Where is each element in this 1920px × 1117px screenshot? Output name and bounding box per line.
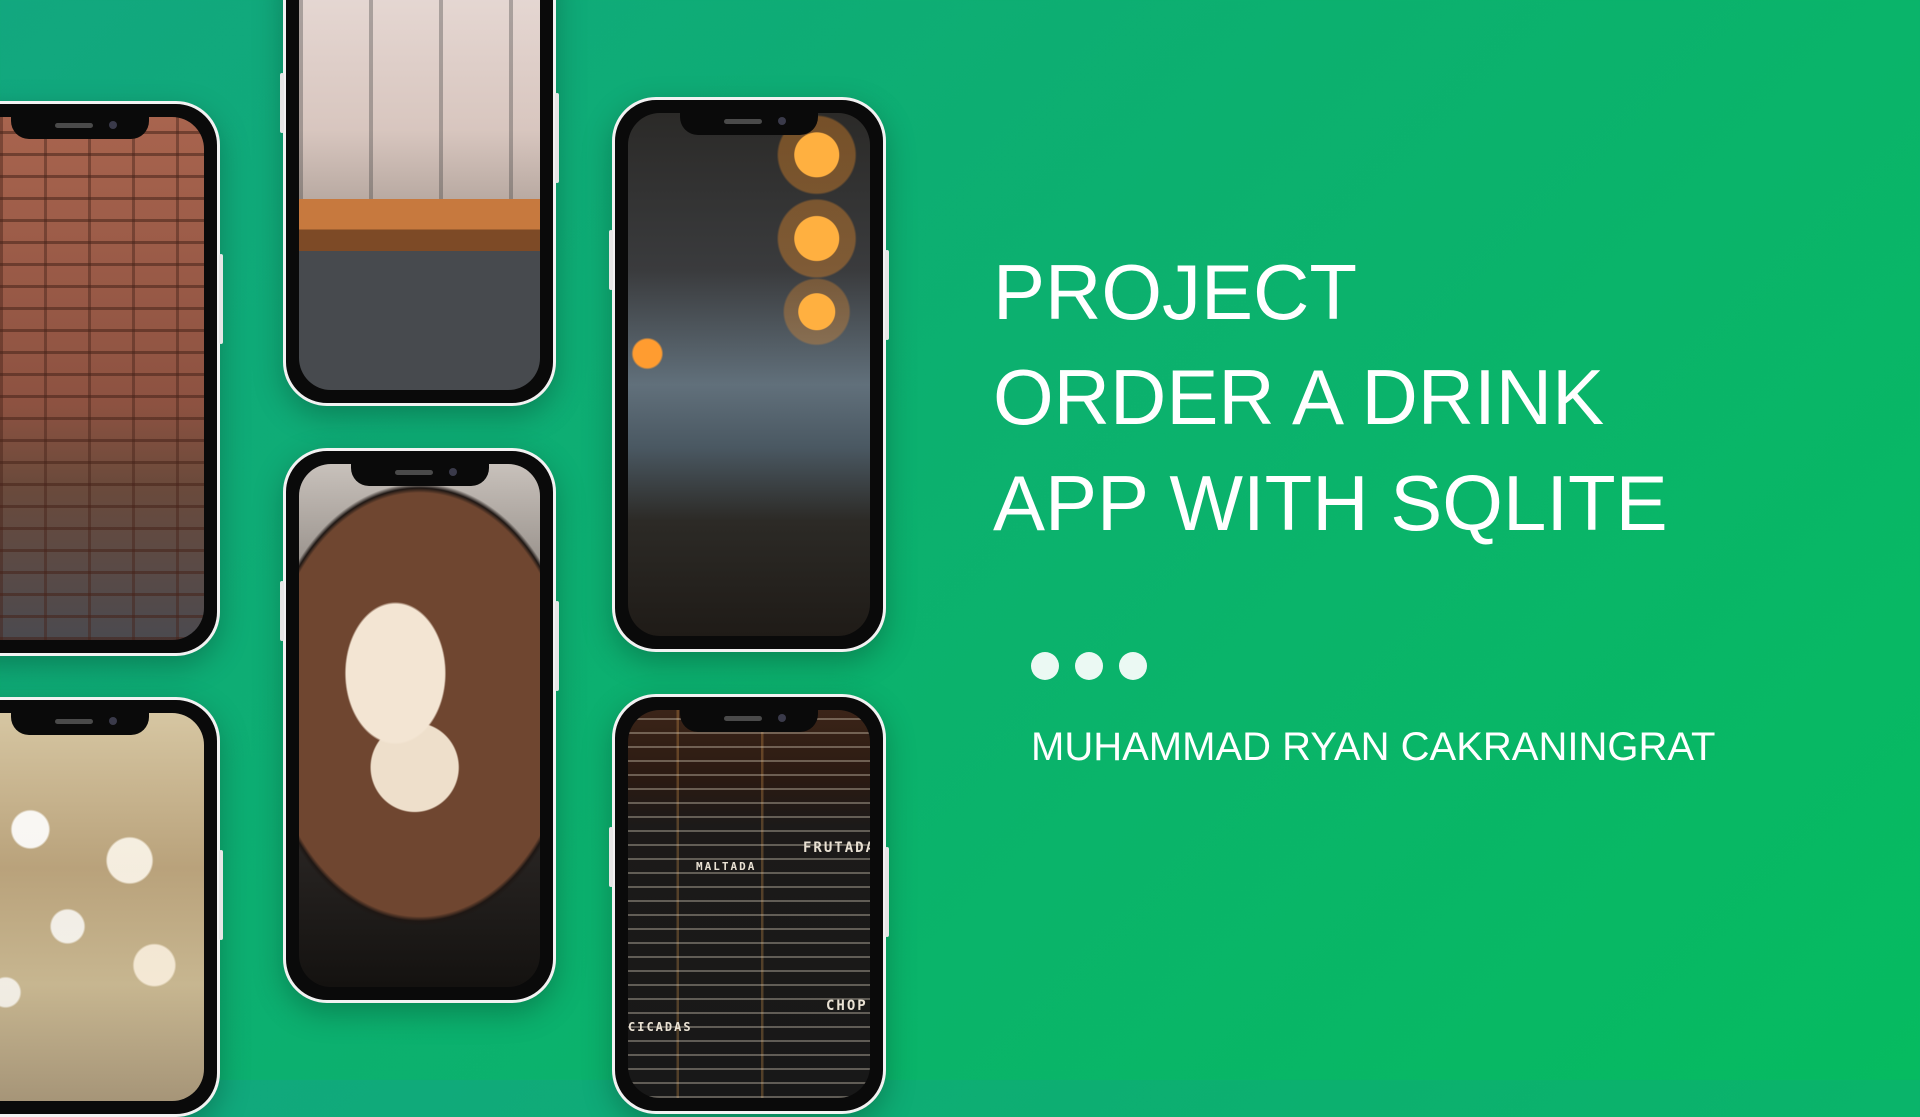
camera-icon [448, 468, 457, 476]
phone-mockup-2 [0, 697, 223, 1117]
title-line-2: ORDER A DRINK [993, 353, 1605, 441]
phone-mockup-4 [280, 448, 559, 1003]
menu-word: MALTADA [696, 860, 757, 873]
speaker-icon [394, 470, 433, 475]
camera-icon [778, 714, 786, 722]
phone-mockup-5 [609, 97, 889, 652]
title-line-3: APP WITH SQLITE [993, 459, 1668, 547]
speaker-icon [724, 119, 762, 124]
decorative-dots [1031, 652, 1147, 680]
phone-notch [680, 708, 818, 732]
speaker-icon [724, 716, 762, 721]
phone-notch [680, 111, 818, 135]
phone-screen-bokeh [0, 713, 204, 1101]
phone-notch [11, 115, 149, 139]
phone-screen-pendant-lamps [628, 113, 870, 636]
camera-icon [778, 117, 786, 125]
phone-mockup-6: FRUTADA MALTADA CHOP CICADAS [609, 694, 889, 1114]
dot-icon [1119, 652, 1147, 680]
phone-mockup-3 [280, 0, 559, 406]
phone-notch [11, 711, 149, 735]
author-name: MUHAMMAD RYAN CAKRANINGRAT [1031, 725, 1716, 769]
phone-mockup-1 [0, 101, 223, 656]
menu-word: CHOP [826, 998, 868, 1014]
menu-word: CICADAS [628, 1020, 693, 1034]
menu-word: FRUTADA [803, 840, 870, 856]
speaker-icon [55, 123, 93, 128]
phone-screen-cafe-counter [299, 0, 540, 390]
dot-icon [1031, 652, 1059, 680]
title-line-1: PROJECT [993, 248, 1358, 336]
camera-icon [109, 717, 117, 725]
camera-icon [109, 121, 117, 129]
phone-screen-chalkboard-menu: FRUTADA MALTADA CHOP CICADAS [628, 710, 870, 1098]
speaker-icon [55, 719, 93, 724]
phone-notch [350, 462, 489, 486]
phone-screen-brick-wall [0, 117, 204, 640]
phone-screen-latte-art [299, 464, 540, 987]
dot-icon [1075, 652, 1103, 680]
